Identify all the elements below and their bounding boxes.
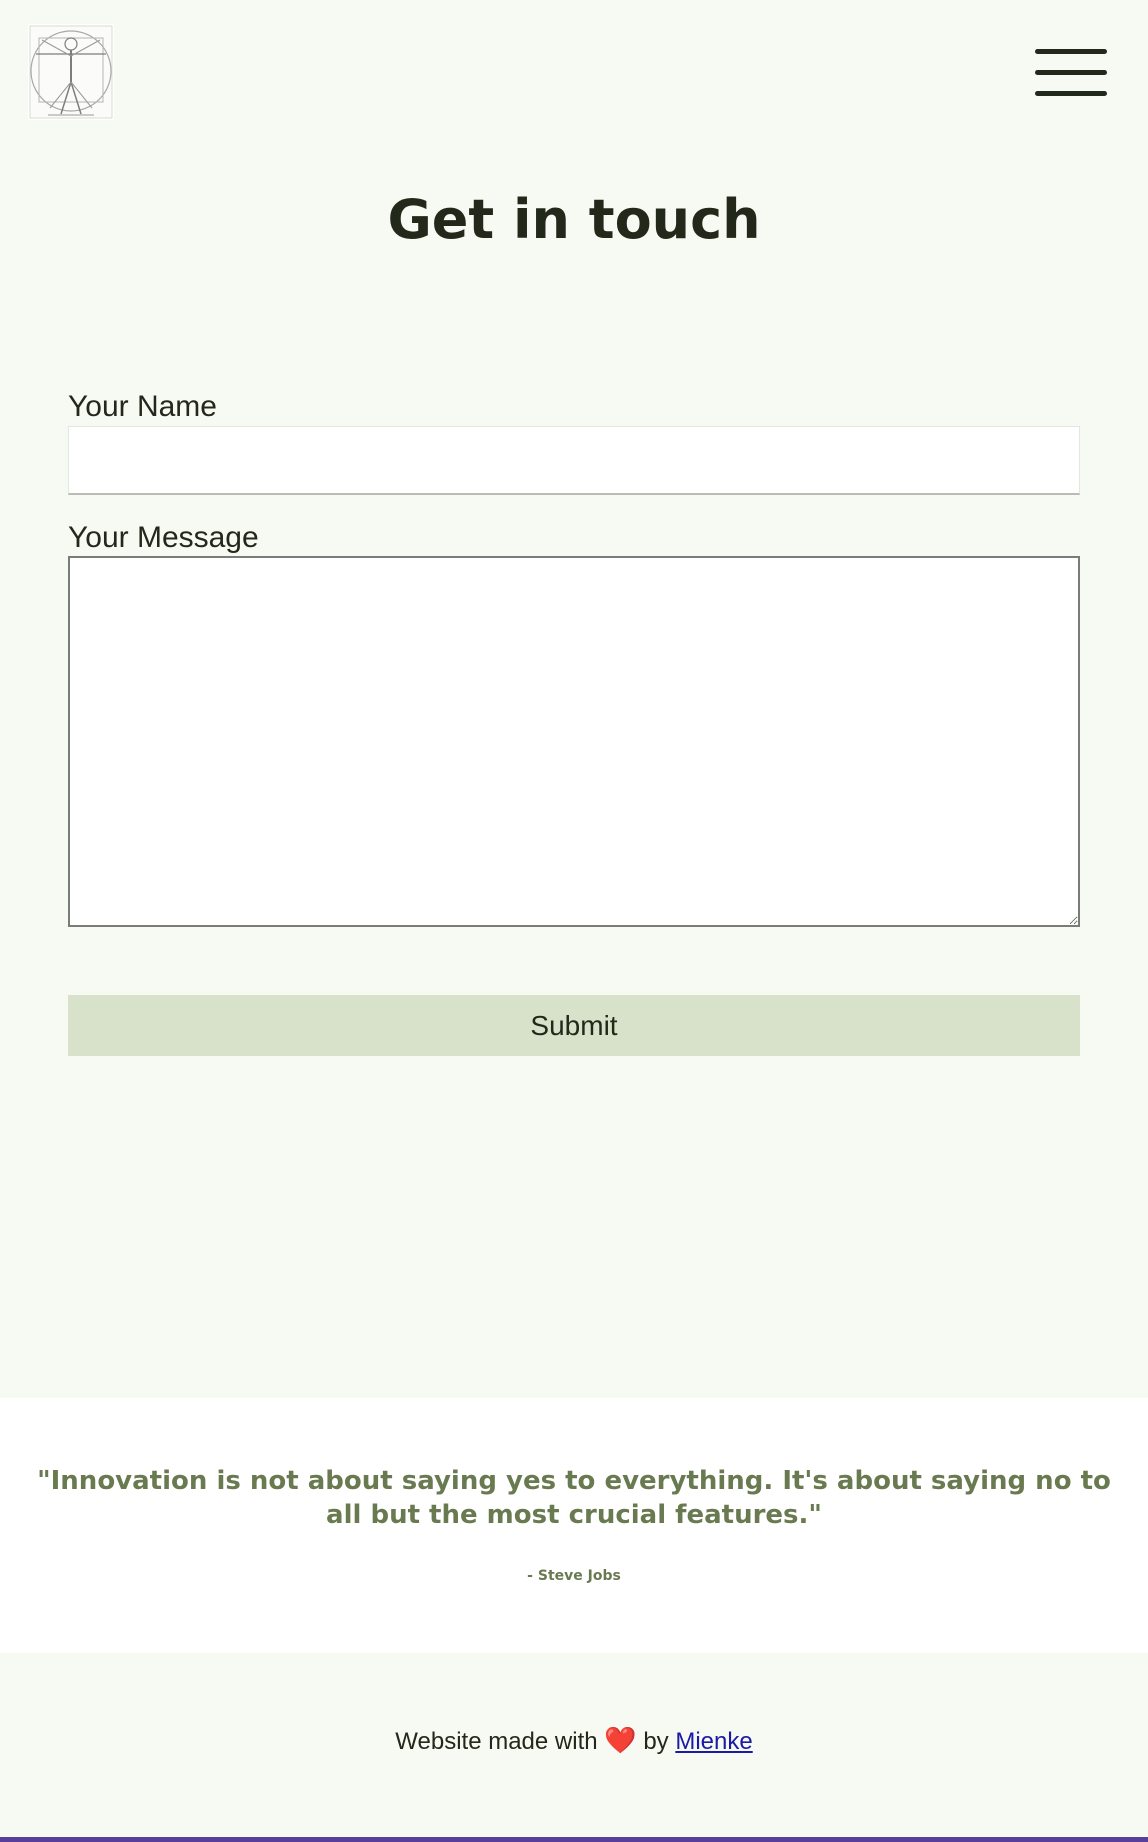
- footer: Website made with ❤️ by Mienke: [0, 1653, 1148, 1842]
- name-label: Your Name: [68, 390, 217, 423]
- hamburger-line: [1035, 91, 1107, 96]
- footer-by: by: [643, 1728, 669, 1755]
- hamburger-menu-icon: [1035, 49, 1107, 54]
- footer-credit: Website made with ❤️ by Mienke: [0, 1725, 1148, 1756]
- logo[interactable]: [28, 24, 114, 120]
- name-field[interactable]: [68, 426, 1080, 495]
- quote-text: "Innovation is not about saying yes to e…: [37, 1466, 1111, 1530]
- message-label: Your Message: [68, 521, 259, 554]
- page-title: Get in touch: [387, 188, 761, 251]
- author-link[interactable]: Mienke: [675, 1728, 752, 1755]
- footer-prefix: Website made with: [395, 1728, 598, 1755]
- contact-form: Your Name Your Message Submit: [68, 392, 1080, 1056]
- message-field[interactable]: [68, 556, 1080, 927]
- quote-section: "Innovation is not about saying yes to e…: [0, 1398, 1148, 1653]
- submit-button[interactable]: Submit: [68, 995, 1080, 1056]
- hamburger-line: [1035, 70, 1107, 75]
- hamburger-menu-button[interactable]: [1033, 46, 1109, 100]
- heart-icon: ❤️: [604, 1725, 637, 1755]
- bottom-strip: [0, 1837, 1148, 1842]
- quote-author: - Steve Jobs: [527, 1568, 621, 1584]
- vitruvian-man-logo-icon: [29, 25, 113, 119]
